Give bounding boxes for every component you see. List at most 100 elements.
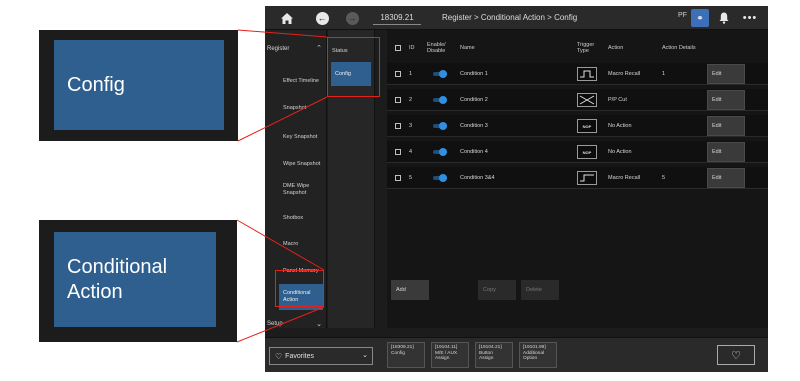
row-name: Condition 1 [460, 71, 488, 77]
config-callout: Config [39, 30, 238, 141]
favorites-select[interactable]: ♡ Favorites ⌄ [269, 347, 373, 365]
add-button[interactable]: Add [391, 280, 429, 300]
heart-icon: ♡ [731, 349, 741, 362]
row-id: 1 [409, 71, 413, 77]
favorite-heart-button[interactable]: ♡ [717, 345, 755, 365]
conditional-action-callout-label: Conditional Action [54, 232, 216, 327]
favorite-item-label: Assign [479, 356, 494, 361]
table-row[interactable]: 2 Condition 2 P/P Cut Edit [387, 89, 768, 111]
edit-button[interactable]: Edit [707, 116, 745, 136]
header-action: Action [608, 45, 624, 51]
trigger-nop-icon: NOP [577, 119, 597, 133]
favorite-item-label: Config [391, 350, 405, 356]
table-row[interactable]: 4 Condition 4 NOP No Action Edit [387, 141, 768, 163]
trigger-both-edges-icon [577, 93, 597, 107]
row-action: No Action [608, 123, 632, 129]
row-id: 3 [409, 123, 413, 129]
sidebar-item-wipe-snapshot[interactable]: Wipe Snapshot [279, 157, 323, 171]
copy-button[interactable]: Copy [478, 280, 516, 300]
bottom-bar: ♡ Favorites ⌄ [18309.21] Config [19104.1… [265, 337, 768, 372]
chevron-down-icon: ⌄ [316, 321, 322, 328]
pf-label: PF [678, 12, 687, 19]
table-row[interactable]: 5 Condition 3&4 Macro Recall 5 Edit [387, 167, 768, 189]
sidebar-item-key-snapshot[interactable]: Key Snapshot [279, 130, 323, 144]
sidebar-section-register[interactable]: Register ⌃ [265, 44, 327, 56]
row-action-details: 5 [662, 175, 666, 181]
header-trigger-type: Trigger Type [577, 42, 595, 54]
row-checkbox[interactable] [395, 71, 401, 77]
link-icon: ⚭ [696, 12, 704, 23]
enable-toggle[interactable] [433, 96, 447, 104]
back-button[interactable]: ← [313, 6, 331, 30]
forward-button[interactable]: → [343, 6, 361, 30]
row-checkbox[interactable] [395, 149, 401, 155]
conditional-action-callout: Conditional Action [39, 220, 237, 342]
chevron-down-icon: ⌄ [362, 352, 368, 359]
row-checkbox[interactable] [395, 97, 401, 103]
breadcrumb: Register > Conditional Action > Config [442, 13, 578, 22]
heart-icon: ♡ [275, 351, 283, 361]
sidebar-section-label: Setup [267, 321, 283, 327]
enable-toggle[interactable] [433, 122, 447, 130]
row-name: Condition 3 [460, 123, 488, 129]
row-id: 5 [409, 175, 413, 181]
header-name: Name [460, 45, 475, 51]
row-name: Condition 4 [460, 149, 488, 155]
row-action: Macro Recall [608, 175, 641, 181]
callout-line: Action [67, 280, 123, 303]
bell-icon [719, 12, 729, 24]
more-icon: ••• [742, 12, 758, 24]
sidebar-section-setup[interactable]: Setup ⌄ [265, 321, 327, 331]
select-all-checkbox[interactable] [395, 45, 401, 51]
enable-toggle[interactable] [433, 174, 447, 182]
home-icon [281, 12, 293, 24]
edit-button[interactable]: Edit [707, 168, 745, 188]
sidebar-item-shotbox[interactable]: Shotbox [279, 214, 323, 222]
edit-button[interactable]: Edit [707, 142, 745, 162]
edit-button[interactable]: Edit [707, 90, 745, 110]
row-action: Macro Recall [608, 71, 641, 77]
sidebar-item-effect-timeline[interactable]: Effect Timeline [279, 74, 323, 88]
sidebar-section-label: Register [267, 46, 290, 52]
enable-toggle[interactable] [433, 148, 447, 156]
config-callout-label: Config [54, 40, 224, 130]
table-row[interactable]: 3 Condition 3 NOP No Action Edit [387, 115, 768, 137]
chevron-up-icon: ⌃ [316, 45, 322, 52]
trigger-falling-icon [577, 171, 597, 185]
favorite-item-label: Assign [435, 356, 450, 361]
top-bar: ← → 18309.21 Register > Conditional Acti… [265, 6, 768, 30]
header-action-details: Action Details [662, 45, 696, 51]
table-header: ID Enable/ Disable Name Trigger Type Act… [387, 40, 768, 56]
sidebar-item-snapshot[interactable]: Snapshot [279, 104, 323, 112]
row-checkbox[interactable] [395, 123, 401, 129]
favorite-item[interactable]: [19104.11] M/E / AUX Assign [431, 342, 469, 368]
trigger-nop-icon: NOP [577, 145, 597, 159]
condition-table: ID Enable/ Disable Name Trigger Type Act… [387, 30, 768, 328]
favorite-item[interactable]: [19104.21] Button Assign [475, 342, 513, 368]
arrow-left-icon: ← [315, 11, 329, 25]
edit-button[interactable]: Edit [707, 64, 745, 84]
delete-button[interactable]: Delete [521, 280, 559, 300]
row-name: Condition 2 [460, 97, 488, 103]
home-button[interactable] [273, 6, 301, 30]
favorite-item[interactable]: [18309.21] Config [387, 342, 425, 368]
header-id: ID [409, 45, 415, 51]
favorite-item[interactable]: [19101.99] Additional Option [519, 342, 557, 368]
enable-toggle[interactable] [433, 70, 447, 78]
row-action: P/P Cut [608, 97, 627, 103]
sidebar-item-dme-wipe-snapshot[interactable]: DME Wipe Snapshot [279, 183, 323, 197]
link-button[interactable]: ⚭ [691, 9, 709, 27]
menu-id-field[interactable]: 18309.21 [373, 11, 421, 25]
row-checkbox[interactable] [395, 175, 401, 181]
sidebar-item-macro[interactable]: Macro [279, 240, 323, 248]
arrow-right-icon: → [345, 11, 359, 25]
favorites-label: Favorites [285, 352, 314, 360]
notification-button[interactable] [717, 10, 731, 26]
trigger-rising-icon [577, 67, 597, 81]
favorite-item-label: Option [523, 356, 538, 361]
row-id: 2 [409, 97, 413, 103]
table-row[interactable]: 1 Condition 1 Macro Recall 1 Edit [387, 63, 768, 85]
row-action-details: 1 [662, 71, 666, 77]
more-button[interactable]: ••• [741, 10, 759, 26]
row-id: 4 [409, 149, 413, 155]
